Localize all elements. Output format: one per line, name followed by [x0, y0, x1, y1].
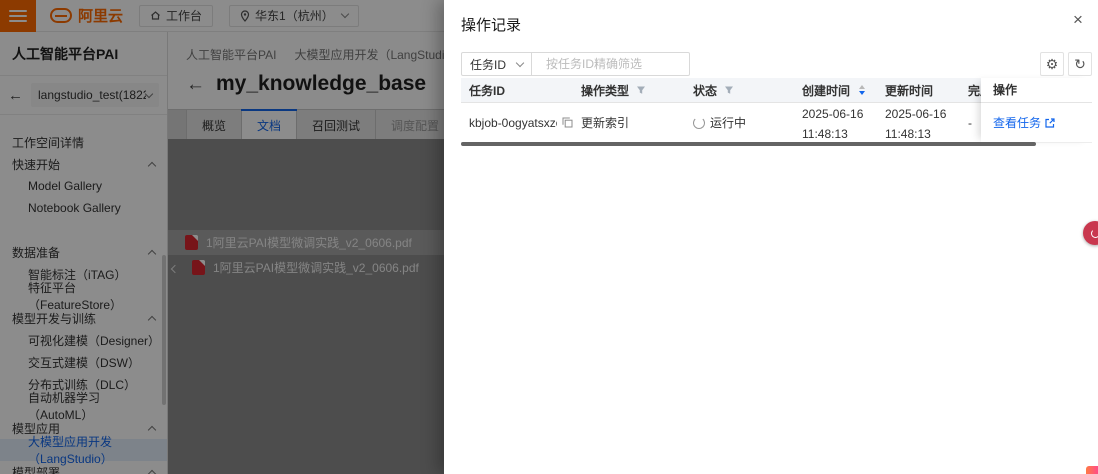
close-icon[interactable]: × [1068, 10, 1088, 30]
operation-records-table: 任务ID 操作类型 状态 创建时间 更新时间 完成时间 kbjob-0ogyat… [461, 78, 1092, 143]
filter-field-value: 任务ID [470, 56, 506, 73]
column-header-status: 状态 [685, 82, 794, 99]
filter-field-select[interactable]: 任务ID [461, 52, 532, 76]
status-cell: 运行中 [685, 114, 794, 131]
table-toolbar: ⚙ ↻ [1040, 52, 1092, 76]
search-input[interactable] [546, 57, 701, 71]
chevron-down-icon [516, 58, 524, 66]
action-cell: 查看任务 [981, 103, 1092, 143]
gear-icon[interactable]: ⚙ [1040, 52, 1064, 76]
column-header-action: 操作 [981, 78, 1092, 103]
column-header-created-at[interactable]: 创建时间 [794, 82, 877, 99]
finished-at-cell: - [960, 116, 981, 130]
status-text: 运行中 [710, 114, 746, 131]
created-at-cell: 2025-06-16 11:48:13 [794, 101, 877, 143]
column-header-operation-type: 操作类型 [573, 82, 685, 99]
view-task-link[interactable]: 查看任务 [993, 114, 1055, 131]
fixed-action-column: 操作 查看任务 [981, 78, 1092, 143]
column-header-task-id: 任务ID [461, 82, 573, 99]
corner-floating-widget[interactable] [1086, 466, 1098, 474]
loading-spinner-icon [693, 117, 705, 129]
refresh-icon[interactable]: ↻ [1068, 52, 1092, 76]
filter-icon[interactable] [636, 85, 646, 95]
horizontal-scrollbar[interactable] [461, 142, 1036, 146]
operation-type-cell: 更新索引 [573, 114, 685, 131]
task-id-cell: kbjob-0ogyatsxzo... [461, 116, 573, 130]
column-header-finished-at: 完成时间 [960, 82, 981, 99]
updated-at-cell: 2025-06-16 11:48:13 [877, 101, 960, 143]
drawer-title: 操作记录 [461, 14, 521, 35]
filter-icon[interactable] [724, 85, 734, 95]
task-id: kbjob-0ogyatsxzo... [469, 116, 557, 130]
column-header-updated-at: 更新时间 [877, 82, 960, 99]
sort-icon[interactable] [859, 85, 865, 95]
operation-records-drawer: 操作记录 × 任务ID ⚙ ↻ 任务ID 操作类型 状态 创建时间 [444, 0, 1098, 474]
search-box [532, 52, 690, 76]
external-link-icon [1045, 118, 1055, 128]
filter-row: 任务ID [461, 52, 690, 76]
copy-icon[interactable] [562, 117, 573, 128]
headset-icon [1091, 229, 1098, 238]
